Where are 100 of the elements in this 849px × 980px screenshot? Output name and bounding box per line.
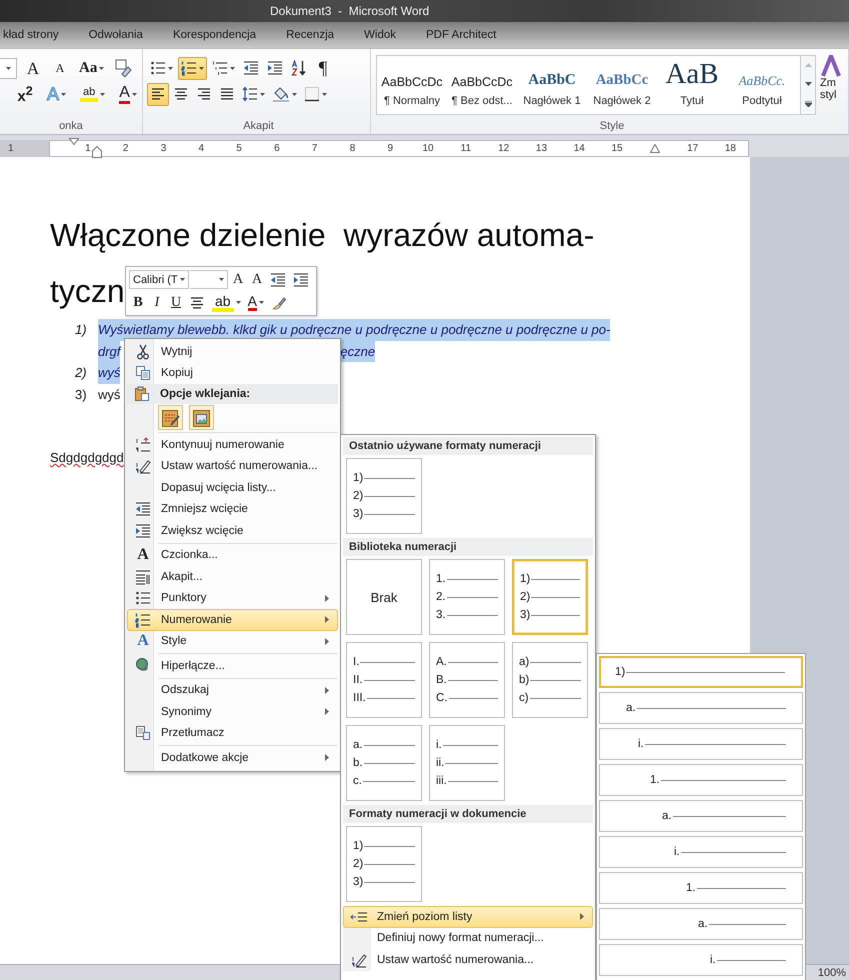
highlight-button[interactable]: ab [209, 292, 244, 313]
borders-icon [304, 86, 320, 102]
menu-item[interactable]: A Style [127, 630, 338, 652]
copy-icon [135, 365, 151, 382]
shrink-font-button[interactable]: A [248, 269, 266, 290]
increase-indent-icon [267, 60, 283, 76]
list-level-option[interactable]: i. [599, 836, 803, 868]
font-color-button[interactable]: A [116, 82, 140, 106]
zoom-level[interactable]: 100% [818, 966, 846, 978]
menu-item[interactable]: Zmień poziom listy [343, 906, 593, 928]
right-indent-marker[interactable] [650, 144, 660, 153]
numbering-format-tile[interactable]: a) b) c) [512, 642, 588, 718]
menu-item[interactable]: Dodatkowe akcje [127, 747, 338, 768]
show-marks-button[interactable]: ¶ [312, 56, 334, 80]
list-level-option[interactable]: 1. [599, 764, 803, 796]
font-name-field[interactable]: Calibri (T [129, 270, 189, 289]
group-label: Akapit [243, 120, 274, 132]
gallery-scrollbar[interactable] [801, 55, 816, 115]
caret-icon [258, 301, 264, 304]
ribbon-tab[interactable]: kład strony [0, 24, 74, 46]
menu-item[interactable]: Przetłumacz [127, 722, 338, 744]
list-level-option[interactable]: 1. [599, 872, 803, 904]
numbering-format-tile[interactable]: 1) 2) 3) [512, 559, 588, 635]
menu-item[interactable]: Punktory [127, 588, 338, 609]
grow-font-button[interactable]: A [22, 56, 44, 80]
bold-button[interactable]: B [129, 292, 147, 313]
font-color-button[interactable]: A [244, 292, 267, 313]
list-level-option[interactable]: a. [599, 800, 803, 832]
decrease-indent-icon [135, 501, 151, 518]
continue-numbering-icon [135, 436, 151, 453]
submenu-arrow-icon [325, 638, 329, 645]
grow-font-button[interactable]: A [229, 269, 247, 290]
menu-item[interactable]: Wytnij [127, 341, 338, 362]
list-level-icon [350, 910, 368, 923]
menu-item[interactable]: Odszukaj [127, 680, 338, 701]
paintbrush-icon [270, 294, 287, 310]
list-level-option[interactable]: i. [599, 944, 803, 976]
menu-item[interactable]: Numerowanie [127, 609, 338, 630]
menu-item[interactable]: Dopasuj wcięcia listy... [127, 477, 338, 498]
list-level-option[interactable]: 1) [599, 656, 803, 688]
numbering-format-tile[interactable]: a. b. c. [346, 725, 422, 801]
ruler-number: 15 [611, 143, 623, 154]
caret-icon [180, 278, 185, 281]
numbering-format-tile[interactable]: Brak [346, 559, 422, 635]
menu-item[interactable]: Akapit... [127, 566, 338, 588]
list-level-option[interactable]: a. [599, 692, 803, 724]
menu-item[interactable]: Ustaw wartość numerowania... [343, 949, 593, 970]
underline-button[interactable]: U [167, 292, 185, 313]
clipboard-picture-icon [192, 408, 212, 428]
numbering-format-tile[interactable]: 1) 2) 3) [346, 458, 422, 534]
align-center-icon [173, 87, 189, 101]
change-styles-button[interactable]: Zm styl [816, 55, 842, 115]
align-left-button[interactable] [147, 82, 169, 106]
numbering-format-tile[interactable]: I. II. III. [346, 642, 422, 718]
list-level-option[interactable]: a. [599, 908, 803, 940]
menu-item[interactable]: Synonimy [127, 701, 338, 722]
caret-icon [168, 66, 173, 70]
more-icon [804, 100, 812, 107]
list-item-text: wyś [98, 362, 120, 384]
ribbon-tab[interactable]: PDF Architect [410, 24, 512, 46]
menu-item[interactable]: Zwiększ wcięcie [127, 520, 338, 542]
numbering-format-tile[interactable]: 1) 2) 3) [346, 826, 422, 902]
list-item-text: wyś [98, 386, 120, 404]
shrink-font-button[interactable]: A [49, 56, 71, 80]
ruler-number: 10 [422, 143, 434, 154]
paste-keep-formatting-button[interactable] [158, 405, 183, 430]
paint-bucket-icon [272, 86, 290, 102]
menu-item[interactable]: Definiuj nowy format numeracji... [343, 928, 593, 949]
window-title: Dokument3 - Microsoft Word [270, 4, 430, 18]
menu-item[interactable]: Kopiuj [127, 362, 338, 384]
superscript-button[interactable]: x$^{2}$ [14, 82, 36, 106]
submenu-arrow-icon [325, 686, 329, 694]
ruler-number: 6 [274, 143, 280, 154]
highlight-button[interactable]: ab [77, 82, 108, 106]
menu-item[interactable]: Ustaw wartość numerowania... [127, 456, 338, 477]
numbering-format-tile[interactable]: i. ii. iii. [429, 725, 505, 801]
ribbon-tab[interactable]: Korespondencja [158, 24, 272, 46]
change-case-button[interactable]: Aa [76, 56, 108, 80]
font-size-field[interactable] [190, 270, 228, 289]
menu-item[interactable]: Hiperłącze... [127, 655, 338, 676]
ribbon-tab[interactable]: Widok [349, 24, 411, 46]
paste-picture-button[interactable] [189, 405, 214, 430]
numbering-format-tile[interactable]: 1. 2. 3. [429, 559, 505, 635]
italic-button[interactable]: I [148, 292, 166, 313]
menu-item[interactable]: Zmniejsz wcięcie [127, 498, 338, 520]
menu-item[interactable]: Kontynuuj numerowanie [127, 434, 338, 456]
font-size-dropdown[interactable] [0, 58, 17, 78]
numbered-list-icon [135, 612, 151, 628]
numbering-button[interactable] [178, 56, 207, 80]
menu-item[interactable]: A Czcionka... [127, 544, 338, 566]
first-line-indent-marker[interactable] [69, 138, 79, 145]
bullet-list-icon [150, 60, 166, 76]
list-level-option[interactable]: i. [599, 728, 803, 760]
ruler-number: 1 [85, 143, 91, 154]
paragraph-icon [135, 568, 151, 585]
ribbon-tab[interactable]: Odwołania [74, 24, 158, 46]
hanging-indent-marker[interactable] [92, 146, 102, 158]
ribbon-tab[interactable]: Recenzja [271, 24, 350, 46]
ruler-number: 13 [536, 143, 548, 154]
numbering-format-tile[interactable]: A. B. C. [429, 642, 505, 718]
